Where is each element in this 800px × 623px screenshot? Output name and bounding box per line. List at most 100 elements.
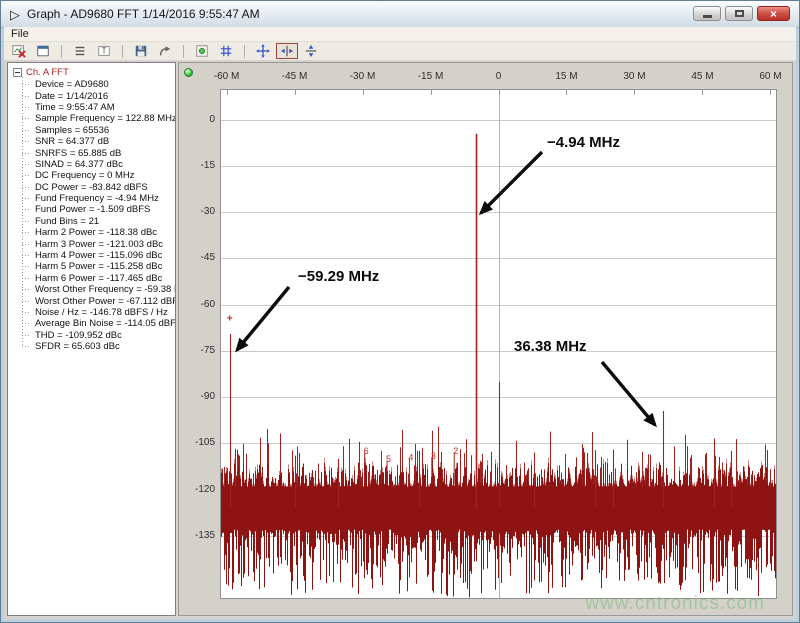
x-tick-label: -15 M xyxy=(418,71,444,82)
y-tick-label: -15 xyxy=(181,160,215,171)
export-image-button[interactable] xyxy=(8,43,30,59)
tree-root-label: Ch. A FFT xyxy=(26,67,69,78)
tree-connector xyxy=(22,244,31,245)
tree-item[interactable]: Harm 4 Power = -115.096 dBc xyxy=(22,250,175,261)
tree-item-label: Sample Frequency = 122.88 MHz xyxy=(35,113,176,124)
annotation-label: 36.38 MHz xyxy=(514,338,587,355)
tree-item[interactable]: Worst Other Frequency = -59.38 MHz xyxy=(22,284,175,295)
y-tick-label: -90 xyxy=(181,391,215,402)
datatip-button[interactable] xyxy=(191,43,213,59)
close-button[interactable]: × xyxy=(757,6,790,21)
tree-item[interactable]: SNR = 64.377 dB xyxy=(22,136,175,147)
close-icon: × xyxy=(770,8,777,20)
tree-item[interactable]: Fund Frequency = -4.94 MHz xyxy=(22,193,175,204)
collapse-icon[interactable] xyxy=(13,68,22,77)
tree-item-label: DC Power = -83.842 dBFS xyxy=(35,182,148,193)
copy-button[interactable] xyxy=(154,43,176,59)
tree-connector xyxy=(22,187,31,188)
tree-item[interactable]: Fund Bins = 21 xyxy=(22,216,175,227)
status-led-icon xyxy=(184,68,193,77)
tree-item[interactable]: Noise / Hz = -146.78 dBFS / Hz xyxy=(22,307,175,318)
tree-connector xyxy=(22,301,31,302)
title-bar[interactable]: ▷ Graph - AD9680 FFT 1/14/2016 9:55:47 A… xyxy=(1,1,799,28)
data-labels-icon: T xyxy=(97,44,111,58)
tree-connector xyxy=(22,289,31,290)
annotation-label: −4.94 MHz xyxy=(547,134,620,151)
tree-item-label: Worst Other Frequency = -59.38 MHz xyxy=(35,284,176,295)
tree-item[interactable]: Samples = 65536 xyxy=(22,125,175,136)
toolbar-separator xyxy=(183,45,184,58)
tree-item[interactable]: Device = AD9680 xyxy=(22,79,175,90)
tree-item[interactable]: Fund Power = -1.509 dBFS xyxy=(22,204,175,215)
tree-item[interactable]: SNRFS = 65.885 dB xyxy=(22,147,175,158)
x-tick-label: -45 M xyxy=(282,71,308,82)
plot-area[interactable]: 23456+ xyxy=(220,89,777,599)
window-controls: × xyxy=(693,6,790,21)
tree-connector xyxy=(22,175,31,176)
content-area: Ch. A FFT Device = AD9680Date = 1/14/201… xyxy=(4,60,796,619)
tree-item[interactable]: DC Power = -83.842 dBFS xyxy=(22,182,175,193)
tree-item[interactable]: Average Bin Noise = -114.05 dBFS xyxy=(22,318,175,329)
x-tick-label: 45 M xyxy=(691,71,713,82)
tree-root[interactable]: Ch. A FFT xyxy=(13,66,175,78)
tree-item-label: Worst Other Power = -67.112 dBFS xyxy=(35,296,176,307)
toolbar-separator xyxy=(122,45,123,58)
tree-item[interactable]: Sample Frequency = 122.88 MHz xyxy=(22,113,175,124)
tree-item-label: DC Frequency = 0 MHz xyxy=(35,170,135,181)
tree-connector xyxy=(22,255,31,256)
tree-item-label: Harm 5 Power = -115.258 dBc xyxy=(35,261,162,272)
data-labels-button[interactable]: T xyxy=(93,43,115,59)
tree-item-label: SFDR = 65.603 dBc xyxy=(35,341,120,352)
zoom-y-button[interactable] xyxy=(300,43,322,59)
tree-item-label: SINAD = 64.377 dBc xyxy=(35,159,123,170)
tree-item[interactable]: DC Frequency = 0 MHz xyxy=(22,170,175,181)
tree-item-label: Fund Power = -1.509 dBFS xyxy=(35,204,150,215)
tree-item[interactable]: Harm 3 Power = -121.003 dBc xyxy=(22,238,175,249)
svg-text:2: 2 xyxy=(453,446,458,456)
y-tick-label: 0 xyxy=(181,114,215,125)
tree-item[interactable]: Time = 9:55:47 AM xyxy=(22,102,175,113)
tree-item[interactable]: Harm 2 Power = -118.38 dBc xyxy=(22,227,175,238)
zoom-x-button[interactable] xyxy=(276,43,298,59)
menu-bar: File xyxy=(4,27,796,42)
zoom-fit-button[interactable] xyxy=(252,43,274,59)
tree-item[interactable]: Worst Other Power = -67.112 dBFS xyxy=(22,295,175,306)
copy-icon xyxy=(158,44,172,58)
zoom-fit-icon xyxy=(256,44,270,58)
tree-item-label: Time = 9:55:47 AM xyxy=(35,102,115,113)
tree-item[interactable]: Harm 5 Power = -115.258 dBc xyxy=(22,261,175,272)
properties-window-icon xyxy=(36,44,50,58)
svg-text:6: 6 xyxy=(364,446,369,456)
tree-item[interactable]: SFDR = 65.603 dBc xyxy=(22,341,175,352)
zoom-x-icon xyxy=(280,44,294,58)
tree-item-label: Average Bin Noise = -114.05 dBFS xyxy=(35,318,176,329)
tree-connector xyxy=(22,107,31,108)
svg-text:3: 3 xyxy=(431,451,436,461)
y-tick-label: -120 xyxy=(181,484,215,495)
tree-item[interactable]: SINAD = 64.377 dBc xyxy=(22,159,175,170)
tree-connector xyxy=(22,278,31,279)
tree-connector xyxy=(22,221,31,222)
measurements-panel[interactable]: Ch. A FFT Device = AD9680Date = 1/14/201… xyxy=(7,62,176,616)
tree-item-label: Noise / Hz = -146.78 dBFS / Hz xyxy=(35,307,168,318)
y-tick-label: -75 xyxy=(181,345,215,356)
tree-item[interactable]: THD = -109.952 dBc xyxy=(22,330,175,341)
tree-connector xyxy=(22,209,31,210)
legend-button[interactable] xyxy=(69,43,91,59)
tree-item[interactable]: Harm 6 Power = -117.465 dBc xyxy=(22,273,175,284)
chart-panel: -60 M-45 M-30 M-15 M015 M30 M45 M60 M 0-… xyxy=(178,62,793,616)
tree-item-label: Harm 3 Power = -121.003 dBc xyxy=(35,239,163,250)
maximize-button[interactable] xyxy=(725,6,753,21)
tree-connector xyxy=(22,232,31,233)
save-button[interactable] xyxy=(130,43,152,59)
x-tick-label: 15 M xyxy=(555,71,577,82)
grid-button[interactable] xyxy=(215,43,237,59)
legend-icon xyxy=(73,44,87,58)
tree-item[interactable]: Date = 1/14/2016 xyxy=(22,90,175,101)
properties-window-button[interactable] xyxy=(32,43,54,59)
menu-file[interactable]: File xyxy=(4,28,36,40)
tree-children: Device = AD9680Date = 1/14/2016Time = 9:… xyxy=(22,79,175,352)
tree-connector xyxy=(22,312,31,313)
minimize-icon xyxy=(703,15,712,18)
minimize-button[interactable] xyxy=(693,6,721,21)
